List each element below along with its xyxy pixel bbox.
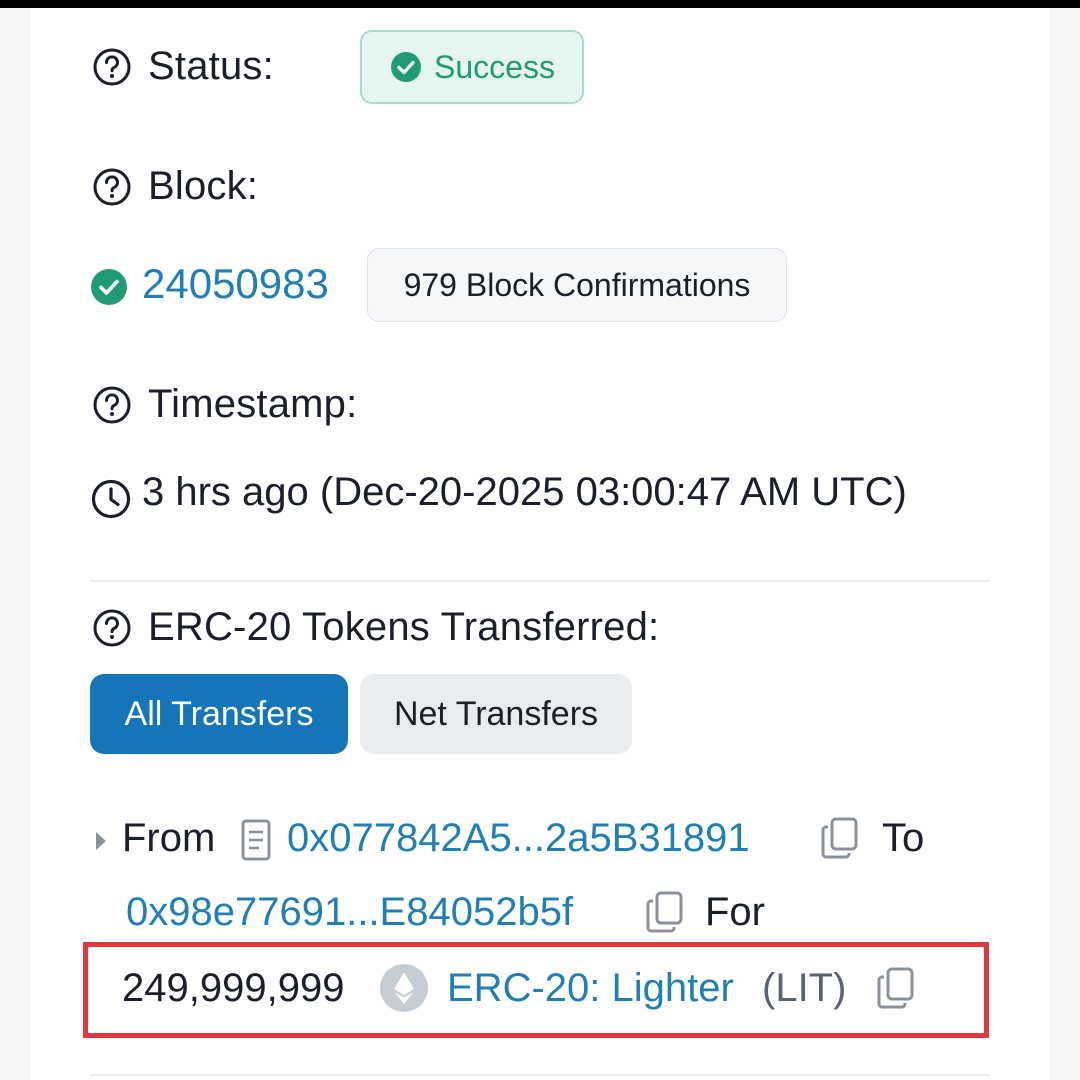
status-label: Status: <box>148 44 274 88</box>
check-circle-icon <box>91 269 127 305</box>
caret-right-icon[interactable] <box>94 830 108 852</box>
from-address-link[interactable]: 0x077842A5...2a5B31891 <box>287 816 750 861</box>
copy-icon[interactable] <box>876 966 916 1010</box>
to-address-link[interactable]: 0x98e77691...E84052b5f <box>126 890 573 935</box>
help-circle-icon[interactable] <box>92 608 132 648</box>
copy-icon[interactable] <box>820 816 860 860</box>
transfer-amount: 249,999,999 <box>122 966 345 1010</box>
help-circle-icon[interactable] <box>92 385 132 425</box>
check-circle-icon <box>391 52 421 82</box>
from-label: From <box>122 816 216 860</box>
tab-net-transfers[interactable]: Net Transfers <box>360 674 632 754</box>
copy-icon[interactable] <box>645 890 685 934</box>
tab-all-transfers[interactable]: All Transfers <box>90 674 348 754</box>
status-badge: Success <box>360 30 584 104</box>
token-name-link[interactable]: ERC-20: Lighter <box>447 966 734 1011</box>
section-divider <box>90 580 990 582</box>
status-value: Success <box>434 48 555 85</box>
help-circle-icon[interactable] <box>92 47 132 87</box>
document-icon <box>241 819 271 861</box>
page-margin <box>1050 8 1080 1080</box>
ethereum-icon <box>380 964 428 1012</box>
block-label: Block: <box>148 164 259 208</box>
to-label: To <box>882 816 925 860</box>
timestamp-label: Timestamp: <box>148 382 358 426</box>
timestamp-value: 3 hrs ago (Dec-20-2025 03:00:47 AM UTC) <box>142 470 907 514</box>
top-bar <box>0 0 1080 8</box>
help-circle-icon[interactable] <box>92 167 132 207</box>
section-divider <box>90 1074 990 1076</box>
block-confirmations-badge: 979 Block Confirmations <box>367 248 787 322</box>
tokens-transferred-label: ERC-20 Tokens Transferred: <box>148 605 660 649</box>
for-label: For <box>705 890 765 934</box>
token-symbol: (LIT) <box>762 966 847 1010</box>
clock-icon <box>91 479 131 519</box>
block-number-link[interactable]: 24050983 <box>142 260 329 308</box>
